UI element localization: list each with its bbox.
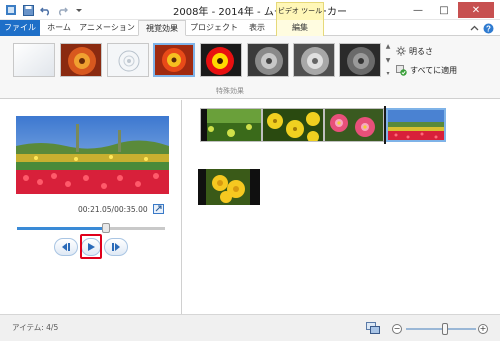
- group-label-special-effects: 特殊効果: [216, 87, 244, 95]
- selected-clip-frame: [386, 108, 446, 142]
- window-title: 2008年 - 2014年 - ムービー メーカー: [172, 7, 347, 18]
- customize-toolbar-icon[interactable]: [72, 3, 86, 17]
- apply-all-button[interactable]: すべてに適用: [396, 64, 457, 76]
- clip-2-yellow-flowers[interactable]: [262, 108, 324, 142]
- brightness-label: 明るさ: [409, 46, 433, 56]
- zoom-out-icon[interactable]: −: [392, 324, 402, 334]
- collapse-ribbon-icon[interactable]: [470, 22, 479, 34]
- sun-icon: [396, 46, 406, 56]
- video-tools-context-tab: ビデオ ツール: [276, 2, 324, 20]
- zoom-slider[interactable]: − +: [392, 323, 488, 335]
- seek-bar[interactable]: [17, 223, 165, 233]
- effect-none[interactable]: [13, 43, 55, 77]
- gallery-more-icon[interactable]: ▾: [386, 70, 389, 77]
- apply-all-icon: [396, 64, 407, 76]
- effect-flower-warm[interactable]: [60, 43, 102, 77]
- video-preview[interactable]: [16, 116, 169, 194]
- close-button[interactable]: ✕: [458, 2, 494, 18]
- gallery-down-icon[interactable]: ▼: [386, 57, 391, 64]
- zoom-in-icon[interactable]: +: [478, 324, 488, 334]
- effect-flower-light-gray[interactable]: [293, 43, 335, 77]
- effect-flower-vivid[interactable]: [153, 43, 195, 77]
- maximize-button[interactable]: □: [432, 2, 456, 18]
- effect-flower-dark-gray[interactable]: [339, 43, 381, 77]
- preview-pane: 00:21.05/00:35.00: [0, 100, 182, 314]
- seek-thumb[interactable]: [101, 223, 110, 233]
- thumbnail-size-icon[interactable]: [366, 322, 380, 334]
- effect-flower-grayscale[interactable]: [247, 43, 289, 77]
- next-frame-button[interactable]: [104, 238, 128, 256]
- brightness-button[interactable]: 明るさ: [396, 45, 433, 57]
- clip-3-pink-flowers[interactable]: [324, 108, 384, 142]
- save-icon[interactable]: [21, 3, 35, 17]
- previous-frame-icon: [62, 243, 70, 251]
- gallery-up-icon[interactable]: ▲: [386, 43, 391, 50]
- clip-1-forest[interactable]: [200, 108, 262, 142]
- seek-progress: [17, 227, 106, 230]
- undo-icon[interactable]: [38, 3, 52, 17]
- apply-all-label: すべてに適用: [410, 65, 458, 75]
- tab-view[interactable]: 表示: [242, 20, 272, 36]
- next-frame-icon: [112, 243, 120, 251]
- clip-5-yellow-tulips[interactable]: [198, 169, 260, 205]
- title-bar: 2008年 - 2014年 - ムービー メーカー ビデオ ツール — □ ✕: [0, 0, 500, 20]
- tab-animation[interactable]: アニメーション: [78, 20, 136, 36]
- previous-frame-button[interactable]: [54, 238, 78, 256]
- fullscreen-icon[interactable]: [153, 204, 164, 214]
- app-menu-icon[interactable]: [4, 3, 18, 17]
- help-icon[interactable]: ?: [483, 22, 494, 34]
- tab-edit[interactable]: 編集: [276, 20, 324, 36]
- svg-text:?: ?: [486, 24, 491, 33]
- timecode: 00:21.05/00:35.00: [78, 205, 148, 214]
- tab-project[interactable]: プロジェクト: [188, 20, 240, 36]
- tab-file[interactable]: ファイル: [0, 20, 40, 36]
- quick-access-toolbar: [4, 3, 86, 17]
- status-bar: アイテム: 4/5 − +: [0, 314, 500, 341]
- redo-icon[interactable]: [55, 3, 69, 17]
- play-button-highlight: [80, 234, 102, 259]
- ribbon-tabs: ファイル ホーム アニメーション 視覚効果 プロジェクト 表示 編集 ?: [0, 20, 500, 36]
- item-count: アイテム: 4/5: [12, 323, 59, 332]
- tab-home[interactable]: ホーム: [42, 20, 76, 36]
- gallery-scroll[interactable]: ▲ ▼ ▾: [384, 43, 392, 77]
- ribbon-panel: ▲ ▼ ▾ 明るさ すべてに適用 特殊効果: [0, 36, 500, 99]
- tab-visual-effects[interactable]: 視覚効果: [138, 20, 186, 36]
- effect-flower-faded[interactable]: [107, 43, 149, 77]
- effect-flower-saturated[interactable]: [200, 43, 242, 77]
- minimize-button[interactable]: —: [406, 2, 430, 18]
- zoom-thumb[interactable]: [441, 323, 448, 335]
